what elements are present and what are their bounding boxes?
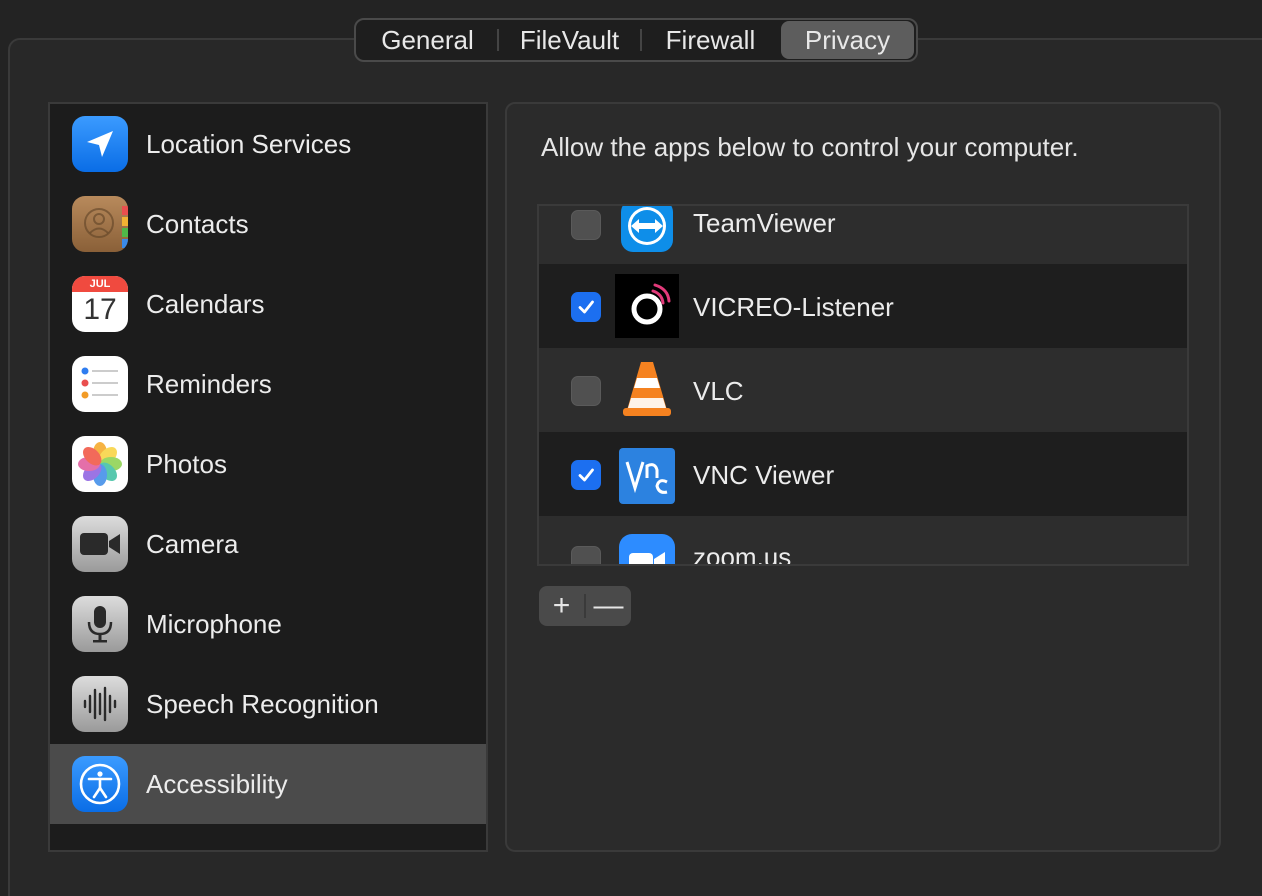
location-arrow-icon (72, 116, 128, 172)
calendar-day: 17 (83, 293, 117, 326)
checkbox-zoom[interactable] (571, 546, 601, 564)
tab-firewall[interactable]: Firewall (642, 21, 779, 59)
tab-general[interactable]: General (358, 21, 497, 59)
sidebar-item-label: Accessibility (146, 768, 288, 799)
tab-bar: General FileVault Firewall Privacy (354, 18, 918, 62)
checkbox-teamviewer[interactable] (571, 210, 601, 240)
reminders-icon (72, 356, 128, 412)
sidebar-item-microphone[interactable]: Microphone (50, 584, 486, 664)
app-name: zoom.us (693, 542, 792, 566)
checkbox-vlc[interactable] (571, 376, 601, 406)
sidebar-item-speech-recognition[interactable]: Speech Recognition (50, 664, 486, 744)
remove-app-button[interactable]: — (586, 586, 631, 626)
list-item-zoom[interactable]: zoom.us (539, 516, 1187, 566)
calendar-icon: JUL 17 (72, 276, 128, 332)
sidebar-item-camera[interactable]: Camera (50, 504, 486, 584)
list-item-vnc-viewer[interactable]: VNC Viewer (539, 432, 1187, 516)
app-name: VLC (693, 376, 744, 406)
sidebar-item-label: Location Services (146, 128, 352, 159)
checkmark-icon (578, 300, 594, 314)
sidebar-item-label: Reminders (146, 368, 272, 399)
microphone-icon (72, 596, 128, 652)
list-item-vicreo-listener[interactable]: VICREO-Listener (539, 264, 1187, 348)
vnc-viewer-icon (615, 444, 679, 508)
contacts-icon (72, 196, 128, 252)
sidebar-item-label: Microphone (146, 608, 282, 639)
panel-description: Allow the apps below to control your com… (541, 132, 1079, 162)
tab-filevault[interactable]: FileVault (499, 21, 640, 59)
accessibility-panel: Allow the apps below to control your com… (505, 102, 1221, 852)
sidebar-item-label: Photos (146, 448, 227, 479)
checkbox-vicreo-listener[interactable] (571, 292, 601, 322)
list-item-teamviewer[interactable]: TeamViewer (539, 206, 1187, 264)
vlc-cone-icon (615, 358, 679, 422)
calendar-month: JUL (72, 276, 128, 292)
sidebar-item-label: Speech Recognition (146, 688, 379, 719)
sidebar-item-calendars[interactable]: JUL 17 Calendars (50, 264, 486, 344)
sidebar-item-label: Calendars (146, 288, 265, 319)
app-name: VICREO-Listener (693, 292, 894, 322)
photos-icon (72, 436, 128, 492)
checkmark-icon (578, 468, 594, 482)
app-name: TeamViewer (693, 208, 836, 238)
add-remove-control: + — (539, 586, 631, 626)
list-item-vlc[interactable]: VLC (539, 348, 1187, 432)
sidebar-item-accessibility[interactable]: Accessibility (50, 744, 486, 824)
tab-privacy[interactable]: Privacy (780, 21, 915, 59)
checkbox-vnc-viewer[interactable] (571, 460, 601, 490)
sidebar-item-contacts[interactable]: Contacts (50, 184, 486, 264)
camera-icon (72, 516, 128, 572)
sidebar-item-location-services[interactable]: Location Services (50, 104, 486, 184)
app-name: VNC Viewer (693, 460, 835, 490)
zoom-icon (615, 530, 679, 564)
accessibility-icon (72, 756, 128, 812)
speech-recognition-icon (72, 676, 128, 732)
sidebar-item-label: Contacts (146, 208, 249, 239)
vicreo-icon (615, 274, 679, 338)
teamviewer-icon (615, 206, 679, 258)
sidebar-item-reminders[interactable]: Reminders (50, 344, 486, 424)
app-list[interactable]: TeamViewer VICREO-Listener VLC VNC Viewe… (537, 204, 1189, 566)
privacy-category-list: Location Services Contacts JUL 17 Calend… (48, 102, 488, 852)
sidebar-item-label: Camera (146, 528, 239, 559)
add-app-button[interactable]: + (539, 586, 584, 626)
sidebar-item-photos[interactable]: Photos (50, 424, 486, 504)
